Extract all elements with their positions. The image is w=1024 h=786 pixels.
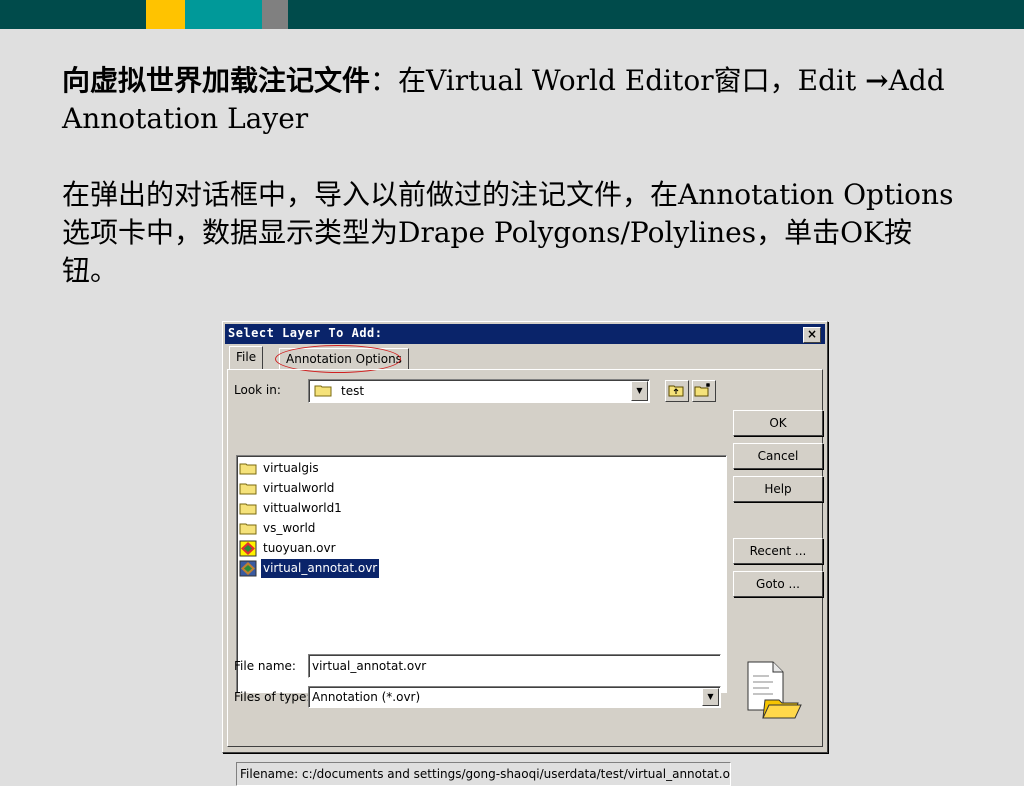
- look-in-value: test: [341, 384, 365, 398]
- folder-icon: [239, 463, 257, 475]
- folder-icon: [239, 483, 257, 495]
- goto-button[interactable]: Goto ...: [733, 571, 823, 597]
- folder-icon: [314, 385, 332, 397]
- ok-button[interactable]: OK: [733, 410, 823, 436]
- file-name-label: File name:: [234, 659, 296, 673]
- arrow-right-icon: →: [865, 64, 889, 97]
- new-folder-icon: [694, 383, 710, 397]
- file-name-input[interactable]: virtual_annotat.ovr: [308, 654, 721, 678]
- folder-icon: [239, 503, 257, 515]
- file-name: virtualgis: [263, 461, 319, 475]
- close-button[interactable]: ×: [803, 327, 821, 343]
- file-name: vs_world: [263, 521, 316, 535]
- select-layer-dialog: Select Layer To Add: × File Annotation O…: [222, 321, 828, 786]
- dialog-title: Select Layer To Add:: [228, 326, 383, 340]
- chevron-down-icon[interactable]: ▼: [702, 688, 719, 706]
- ovr-file-icon: [239, 540, 257, 557]
- up-folder-icon: [668, 385, 684, 397]
- file-name: tuoyuan.ovr: [263, 541, 336, 555]
- banner-gray-block: [262, 0, 288, 29]
- file-name: vittualworld1: [263, 501, 342, 515]
- status-path: Filename: c:/documents and settings/gong…: [236, 762, 731, 786]
- slide-heading: 向虚拟世界加载注记文件：在Virtual World Editor窗口，Edit…: [62, 62, 962, 138]
- heading-text: ：在Virtual World Editor窗口，Edit: [370, 64, 866, 97]
- look-in-combo[interactable]: test ▼: [308, 379, 650, 403]
- banner-yellow-block: [146, 0, 185, 29]
- file-name: virtual_annotat.ovr: [259, 558, 381, 579]
- file-type-select[interactable]: Annotation (*.ovr) ▼: [308, 686, 721, 708]
- help-button[interactable]: Help: [733, 476, 823, 502]
- recent-button[interactable]: Recent ...: [733, 538, 823, 564]
- cancel-button[interactable]: Cancel: [733, 443, 823, 469]
- file-name: virtualworld: [263, 481, 335, 495]
- document-folder-icon: [747, 661, 802, 719]
- up-folder-button[interactable]: [665, 380, 689, 402]
- look-in-label: Look in:: [234, 383, 281, 397]
- tab-file[interactable]: File: [229, 346, 264, 369]
- file-type-label: Files of type:: [234, 690, 311, 704]
- file-type-value: Annotation (*.ovr): [312, 690, 421, 704]
- dialog-titlebar[interactable]: Select Layer To Add: ×: [225, 324, 825, 344]
- slide-instruction: 在弹出的对话框中，导入以前做过的注记文件，在Annotation Options…: [62, 178, 954, 287]
- banner-teal-block: [185, 0, 262, 29]
- top-banner: [0, 0, 1024, 29]
- tab-panel: Look in: test ▼ virtualgis virtualworld …: [227, 369, 823, 786]
- folder-icon: [239, 523, 257, 535]
- file-name-value: virtual_annotat.ovr: [312, 659, 427, 673]
- chevron-down-icon[interactable]: ▼: [631, 381, 648, 401]
- ovr-file-icon: [239, 560, 257, 577]
- new-folder-button[interactable]: [692, 380, 716, 402]
- heading-bold-text: 向虚拟世界加载注记文件: [62, 64, 371, 97]
